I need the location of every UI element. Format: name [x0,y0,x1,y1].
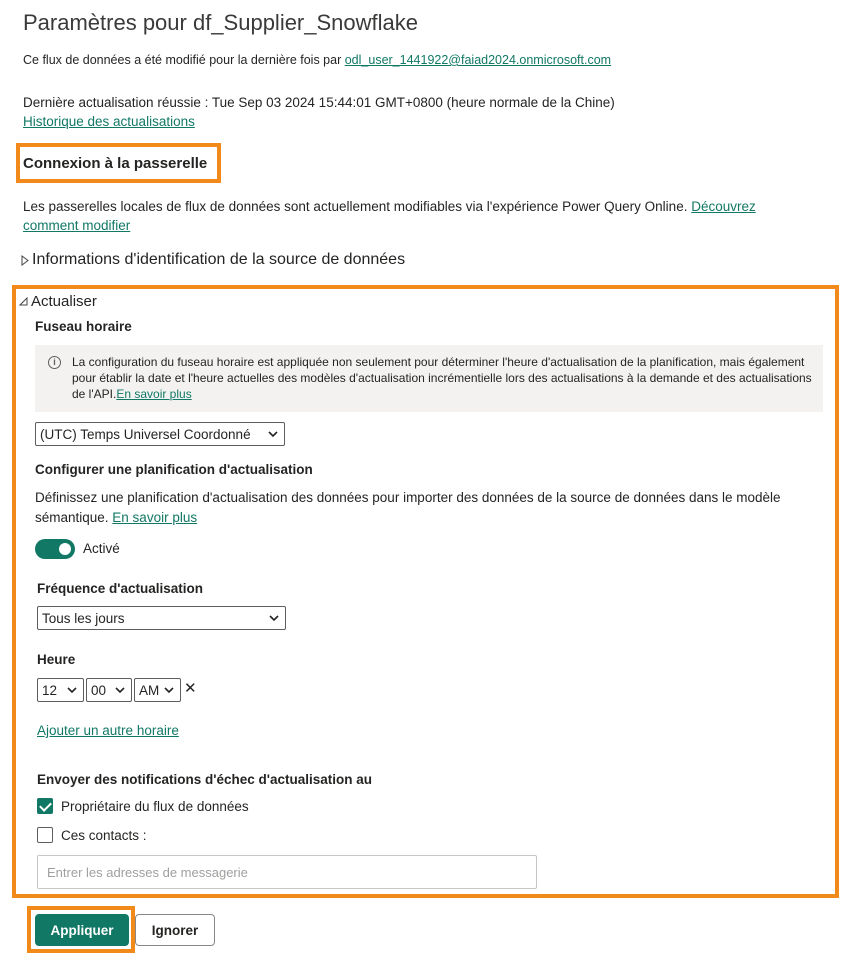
ampm-select-value: AM [139,682,160,698]
info-icon: i [48,356,61,369]
owner-checkbox-label: Propriétaire du flux de données [61,799,249,814]
last-modified-prefix: Ce flux de données a été modifié pour la… [23,53,345,67]
notifications-label: Envoyer des notifications d'échec d'actu… [37,772,373,787]
remove-time-icon[interactable]: ✕ [184,679,197,697]
schedule-description: Définissez une planification d'actualisa… [35,488,815,528]
frequency-label: Fréquence d'actualisation [37,581,204,596]
hour-select[interactable]: 12 [37,678,84,702]
schedule-toggle[interactable] [35,539,75,559]
credentials-section-label: Informations d'identification de la sour… [32,251,406,268]
toggle-knob [59,543,71,555]
gateway-description: Les passerelles locales de flux de donné… [23,197,793,235]
add-schedule-link[interactable]: Ajouter un autre horaire [37,723,179,738]
frequency-select[interactable]: Tous les jours [37,606,286,630]
refresh-section-toggle[interactable]: Actualiser [19,293,97,310]
minute-select[interactable]: 00 [86,678,132,702]
credentials-section-toggle[interactable]: Informations d'identification de la sour… [21,251,405,269]
apply-button[interactable]: Appliquer [35,914,129,946]
timezone-select-value: (UTC) Temps Universel Coordonné [40,426,251,442]
chevron-down-icon [269,615,279,622]
schedule-learn-link[interactable]: En savoir plus [112,510,197,525]
chevron-down-icon [164,687,174,694]
gateway-connection-heading: Connexion à la passerelle [23,155,208,172]
timezone-info-learn-link[interactable]: En savoir plus [116,387,191,401]
email-addresses-input[interactable] [37,855,537,889]
chevron-down-icon [115,687,125,694]
owner-checkbox[interactable] [37,798,53,814]
gateway-description-text: Les passerelles locales de flux de donné… [23,199,692,214]
time-label: Heure [37,652,76,667]
last-modified-user-link[interactable]: odl_user_1441922@faiad2024.onmicrosoft.c… [345,53,611,67]
timezone-select[interactable]: (UTC) Temps Universel Coordonné [35,422,285,446]
schedule-label: Configurer une planification d'actualisa… [35,462,313,477]
contacts-checkbox[interactable] [37,827,53,843]
schedule-toggle-label: Activé [83,541,120,556]
refresh-section-label: Actualiser [31,293,97,310]
refresh-history-link[interactable]: Historique des actualisations [23,114,195,129]
timezone-label: Fuseau horaire [35,319,132,334]
chevron-down-icon [67,687,77,694]
timezone-info-bar: i La configuration du fuseau horaire est… [35,345,823,412]
frequency-select-value: Tous les jours [42,610,125,626]
minute-select-value: 00 [91,682,107,698]
ampm-select[interactable]: AM [134,678,181,702]
last-refresh-status: Dernière actualisation réussie : Tue Sep… [23,95,615,110]
contacts-checkbox-label: Ces contacts : [61,828,147,843]
caret-down-icon [19,297,28,306]
hour-select-value: 12 [42,682,58,698]
page-title: Paramètres pour df_Supplier_Snowflake [23,10,419,35]
chevron-down-icon [268,431,278,438]
ignore-button[interactable]: Ignorer [135,914,215,946]
caret-right-icon [21,254,29,266]
last-modified-line: Ce flux de données a été modifié pour la… [23,53,611,67]
